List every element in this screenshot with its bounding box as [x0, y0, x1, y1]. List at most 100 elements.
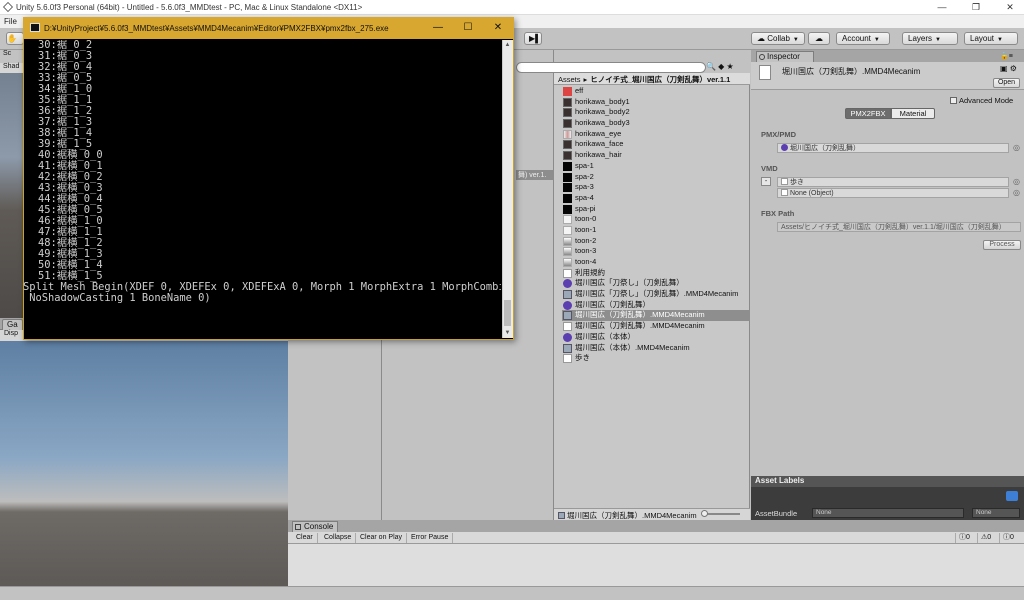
breadcrumb-assets[interactable]: Assets — [558, 75, 581, 84]
asset-white-icon — [563, 215, 572, 225]
fbx-path-field[interactable]: Assets/ヒノイチ式_堀川国広（刀剣乱舞）ver.1.1/堀川国広（刀剣乱舞… — [777, 222, 1021, 232]
asset-prefab-icon — [563, 343, 572, 353]
vmd-picker-icon-2[interactable]: ◎ — [1013, 188, 1020, 197]
vmd-field-2[interactable]: None (Object) — [777, 188, 1009, 198]
tab-game[interactable]: Ga — [2, 319, 23, 330]
asset-item[interactable]: spa-4 — [562, 193, 750, 204]
advanced-mode-checkbox[interactable] — [950, 97, 957, 104]
advanced-mode-toggle[interactable]: Advanced Mode — [950, 96, 1013, 105]
asset-item[interactable]: horikawa_face — [562, 139, 750, 150]
asset-grad-icon — [563, 247, 572, 257]
cmd-maximize-icon[interactable]: ☐ — [453, 18, 483, 38]
game-view[interactable] — [0, 341, 288, 600]
layout-dropdown[interactable]: Layout ▼ — [964, 32, 1018, 45]
error-count[interactable]: ⓘ0 — [999, 533, 1017, 543]
asset-item[interactable]: 利用規約 — [562, 268, 750, 279]
tab-material[interactable]: Material — [891, 108, 935, 119]
error-pause-button[interactable]: Error Pause — [407, 533, 454, 543]
cmd-scrollbar[interactable] — [502, 40, 513, 338]
breadcrumb-folder[interactable]: ヒノイチ式_堀川国広（刀剣乱舞）ver.1.1 — [590, 75, 730, 84]
cmd-line: 44:裾横_0_4 — [38, 193, 103, 205]
asset-item[interactable]: 堀川国広（刀剣乱舞）.MMD4Mecanim — [562, 321, 750, 332]
tab-console[interactable]: Console — [292, 521, 338, 532]
asset-item[interactable]: horikawa_body3 — [562, 118, 750, 129]
asset-item-label: horikawa_face — [575, 139, 624, 149]
project-search-input[interactable] — [516, 62, 706, 73]
assetbundle-variant-dropdown[interactable]: None — [972, 508, 1020, 518]
asset-item[interactable]: toon-0 — [562, 214, 750, 225]
asset-black-icon — [563, 193, 572, 203]
warning-count[interactable]: ⚠0 — [977, 533, 994, 543]
cloud-services-icon[interactable]: ☁ — [808, 32, 830, 45]
cmd-output: 30:裾_0_2 31:裾_0_3 32:裾_0_4 33:裾_0_5 34:裾_1_0… — [23, 40, 501, 338]
collapse-button[interactable]: Collapse — [320, 533, 357, 543]
asset-item[interactable]: spa-1 — [562, 161, 750, 172]
account-dropdown[interactable]: Account ▼ — [836, 32, 890, 45]
cmd-close-icon[interactable]: ✕ — [483, 18, 513, 38]
icon-size-slider[interactable] — [704, 513, 740, 515]
tree-selected-folder[interactable]: 舞) ver.1. — [516, 170, 554, 180]
assetbundle-name-dropdown[interactable]: None — [812, 508, 964, 518]
step-button[interactable]: ▶▌ — [524, 32, 542, 45]
pmx-field[interactable]: 堀川国広（刀剣乱舞） — [777, 143, 1009, 153]
asset-item[interactable]: toon-3 — [562, 246, 750, 257]
scroll-up-icon[interactable]: ▲ — [502, 40, 513, 50]
asset-item[interactable]: 歩き — [562, 353, 750, 364]
scene-view[interactable] — [0, 50, 24, 318]
lock-icon[interactable]: 🔒≡ — [1000, 52, 1013, 60]
hand-tool-icon[interactable]: ✋ — [6, 32, 24, 45]
empty-object-icon — [781, 189, 788, 196]
process-button[interactable]: Process — [983, 240, 1021, 250]
scene-shading-dropdown[interactable]: Shad — [0, 63, 24, 73]
asset-item[interactable]: horikawa_hair — [562, 150, 750, 161]
layers-dropdown[interactable]: Layers ▼ — [902, 32, 958, 45]
asset-item[interactable]: toon-4 — [562, 257, 750, 268]
menu-file[interactable]: File — [4, 17, 17, 26]
asset-item[interactable]: 堀川国広（本体） — [562, 332, 750, 343]
maximize-icon[interactable]: ❐ — [964, 1, 988, 14]
close-icon[interactable]: ✕ — [998, 1, 1022, 14]
cmd-line: 33:裾_0_5 — [38, 72, 93, 84]
vmd-remove-button[interactable]: - — [761, 177, 771, 186]
minimize-icon[interactable]: — — [930, 1, 954, 14]
info-count[interactable]: ⓘ0 — [955, 533, 973, 543]
clear-on-play-button[interactable]: Clear on Play — [356, 533, 408, 543]
clear-button[interactable]: Clear — [292, 533, 318, 543]
asset-item[interactable]: toon-2 — [562, 236, 750, 247]
cmd-minimize-icon[interactable]: — — [423, 18, 453, 38]
pmx-picker-icon[interactable]: ◎ — [1013, 143, 1020, 152]
tab-inspector[interactable]: Inspector — [756, 51, 814, 62]
vmd-field-1[interactable]: 歩き — [777, 177, 1009, 187]
filter-icons[interactable]: 🔍 ◆ ★ — [706, 62, 734, 71]
asset-item-label: 利用規約 — [575, 267, 605, 277]
asset-item[interactable]: 堀川国広「刀祭し」（刀剣乱舞）.MMD4Mecanim — [562, 289, 750, 300]
settings-gear-icon[interactable]: ▣ ⚙ — [1000, 64, 1017, 73]
asset-item-label: 堀川国広（刀剣乱舞）.MMD4Mecanim — [575, 321, 705, 331]
label-tag-icon[interactable] — [1006, 491, 1018, 501]
collab-button[interactable]: ☁ Collab ▼ — [751, 32, 805, 45]
asset-item[interactable]: 堀川国広（刀剣乱舞） — [562, 300, 750, 311]
asset-item[interactable]: horikawa_eye — [562, 129, 750, 140]
icon-size-slider-handle[interactable] — [701, 510, 708, 517]
asset-item[interactable]: eff — [562, 86, 750, 97]
scroll-down-icon[interactable]: ▼ — [502, 328, 513, 338]
console-log[interactable] — [288, 544, 1024, 586]
cmd-line: 40:裾横_0_0 — [38, 149, 103, 161]
asset-item[interactable]: toon-1 — [562, 225, 750, 236]
asset-item[interactable]: 堀川国広（刀剣乱舞）.MMD4Mecanim — [562, 310, 750, 322]
asset-item[interactable]: spa-3 — [562, 182, 750, 193]
tab-scene[interactable]: Sc — [0, 50, 24, 63]
asset-item[interactable]: spa-pi — [562, 204, 750, 215]
cmd-scroll-thumb[interactable] — [504, 300, 511, 326]
asset-item[interactable]: 堀川国広（本体）.MMD4Mecanim — [562, 343, 750, 354]
asset-item-label: toon-3 — [575, 246, 597, 256]
open-button[interactable]: Open — [993, 78, 1020, 88]
asset-item-label: eff — [575, 86, 584, 95]
tab-pmx2fbx[interactable]: PMX2FBX — [845, 108, 891, 119]
asset-item[interactable]: spa-2 — [562, 172, 750, 183]
asset-item[interactable]: horikawa_body1 — [562, 97, 750, 108]
asset-item[interactable]: horikawa_body2 — [562, 107, 750, 118]
vmd-picker-icon[interactable]: ◎ — [1013, 177, 1020, 186]
asset-purple-icon — [563, 332, 572, 342]
asset-item[interactable]: 堀川国広「刀祭し」（刀剣乱舞） — [562, 278, 750, 289]
